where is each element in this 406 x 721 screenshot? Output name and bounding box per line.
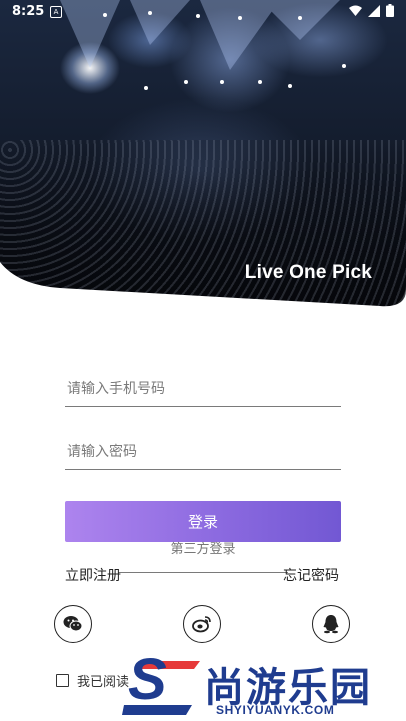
phone-input[interactable] (65, 380, 345, 398)
third-party-login-label: 第三方登录 (170, 542, 236, 557)
clock: 8:25 (12, 4, 45, 19)
hero-banner: Live One Pick (0, 0, 406, 310)
status-bar: 8:25 A (0, 0, 406, 24)
agreement-checkbox[interactable] (56, 674, 69, 687)
watermark-url: SHYIYUANYK.COM (216, 703, 335, 717)
site-watermark: S 尚游乐园 SHYIYUANYK.COM (122, 651, 406, 721)
weibo-icon (192, 616, 211, 633)
divider (118, 572, 288, 573)
wechat-login-button[interactable] (54, 605, 92, 643)
login-button[interactable]: 登录 (65, 501, 341, 542)
register-link[interactable]: 立即注册 (65, 565, 121, 585)
brand-logo: Live One Pick (244, 262, 372, 283)
wifi-icon (349, 5, 362, 16)
battery-icon (386, 4, 394, 17)
system-icons (349, 4, 394, 17)
qq-login-button[interactable] (312, 605, 350, 643)
signal-icon (368, 4, 380, 17)
password-field[interactable] (65, 429, 345, 470)
wechat-icon (63, 616, 83, 632)
phone-field[interactable] (65, 366, 345, 407)
agreement-row[interactable]: 我已阅读 (56, 671, 129, 690)
notification-icon: A (50, 6, 62, 18)
password-input[interactable] (65, 443, 345, 461)
weibo-login-button[interactable] (183, 605, 221, 643)
qq-icon (323, 615, 339, 634)
forgot-password-link[interactable]: 忘记密码 (283, 565, 339, 585)
watermark-letter: S (128, 647, 167, 712)
